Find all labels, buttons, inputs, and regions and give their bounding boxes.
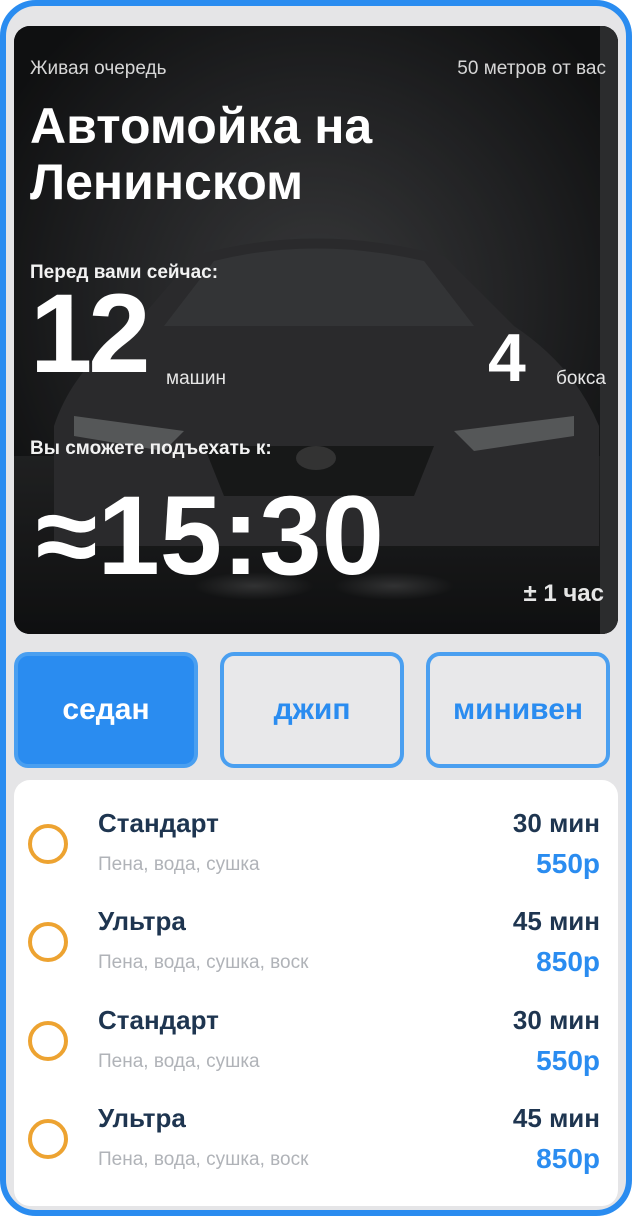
service-description: Пена, вода, сушка — [98, 854, 260, 875]
estimated-arrival-time: ≈15:30 — [36, 473, 384, 598]
service-name: Стандарт — [98, 808, 219, 838]
service-item[interactable]: Стандарт Пена, вода, сушка 30 мин 550р — [14, 977, 618, 1076]
car-wash-title: Автомойка на Ленинском — [30, 98, 373, 210]
service-item[interactable]: Ультра Пена, вода, сушка, воск 45 мин 85… — [14, 878, 618, 977]
tab-minivan[interactable]: минивен — [426, 652, 610, 768]
service-list: Стандарт Пена, вода, сушка 30 мин 550р У… — [14, 780, 618, 1206]
service-duration: 45 мин — [512, 1103, 600, 1133]
service-name: Ультра — [98, 1103, 186, 1133]
service-description: Пена, вода, сушка — [98, 1051, 260, 1072]
cars-unit: машин — [166, 368, 226, 389]
service-description: Пена, вода, сушка, воск — [98, 952, 309, 973]
service-item[interactable]: Стандарт Пена, вода, сушка 30 мин 550р — [14, 780, 618, 879]
service-price: 550р — [536, 848, 600, 879]
service-description: Пена, вода, сушка, воск — [98, 1149, 309, 1170]
boxes-unit: бокса — [555, 368, 606, 389]
hero-card: Живая очередь 50 метров от вас Автомойка… — [14, 26, 618, 634]
service-radio[interactable] — [28, 1021, 68, 1061]
boxes-count: 4 — [488, 320, 526, 396]
service-name: Стандарт — [98, 1005, 219, 1035]
service-price: 850р — [536, 1143, 600, 1174]
service-duration: 30 мин — [512, 1005, 600, 1035]
app-frame: Живая очередь 50 метров от вас Автомойка… — [0, 0, 632, 1216]
service-radio[interactable] — [28, 922, 68, 962]
arrival-label: Вы сможете подъехать к: — [30, 438, 272, 459]
service-duration: 45 мин — [512, 906, 600, 936]
tab-jeep[interactable]: джип — [220, 652, 404, 768]
live-queue-label: Живая очередь — [30, 58, 167, 79]
service-price: 850р — [536, 946, 600, 977]
service-duration: 30 мин — [512, 808, 600, 838]
cars-ahead-count: 12 — [30, 271, 151, 396]
service-radio[interactable] — [28, 1119, 68, 1159]
service-radio[interactable] — [28, 824, 68, 864]
service-price: 550р — [536, 1045, 600, 1076]
service-name: Ультра — [98, 906, 186, 936]
distance-label: 50 метров от вас — [457, 58, 606, 79]
tab-sedan[interactable]: седан — [14, 652, 198, 768]
service-item[interactable]: Ультра Пена, вода, сушка, воск 45 мин 85… — [14, 1075, 618, 1174]
arrival-range: ± 1 час — [523, 580, 604, 607]
